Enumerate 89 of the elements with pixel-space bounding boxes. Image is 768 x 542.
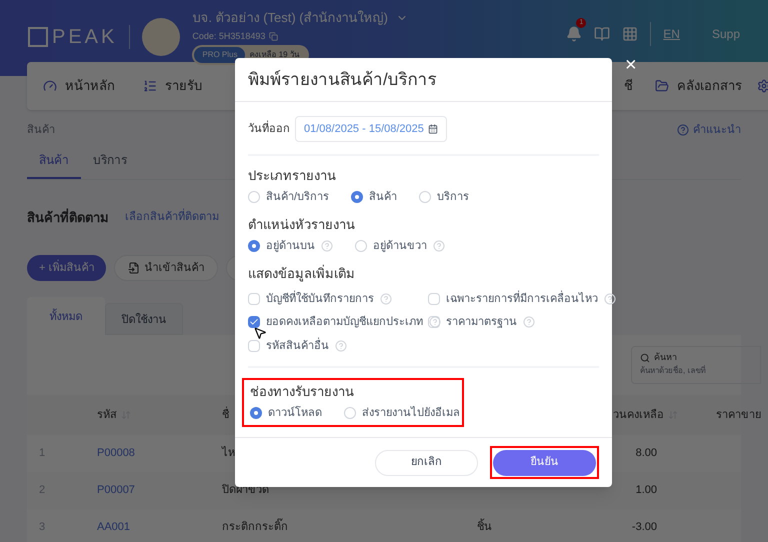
calendar-icon bbox=[428, 124, 438, 134]
copy-icon[interactable] bbox=[269, 32, 278, 41]
checkbox-option[interactable]: บัญชีที่ใช้บันทึกรายการ bbox=[248, 290, 428, 307]
help-icon bbox=[321, 240, 333, 252]
add-product-button[interactable]: + เพิ่มสินค้า bbox=[27, 255, 106, 281]
unit: ชิ้น bbox=[477, 519, 492, 536]
radio-option[interactable]: บริการ bbox=[419, 188, 470, 205]
page-tab[interactable]: บริการ bbox=[81, 150, 139, 178]
import-button[interactable]: นำเข้าสินค้า bbox=[114, 255, 218, 281]
pointer-cursor-icon bbox=[253, 326, 267, 340]
date-range-field[interactable]: 01/08/2025 - 15/08/2025 bbox=[295, 116, 447, 142]
nav-icon bbox=[655, 79, 669, 93]
list-tab[interactable]: ปิดใช้งาน bbox=[105, 303, 183, 335]
radio-option[interactable]: อยู่ด้านขวา bbox=[355, 238, 445, 254]
logo-mark-icon bbox=[28, 27, 48, 47]
section-title: สินค้าที่ติดตาม bbox=[27, 208, 109, 226]
support-link[interactable]: Supp bbox=[712, 25, 740, 43]
checkbox[interactable] bbox=[428, 316, 440, 328]
dialog-title: พิมพ์รายงานสินค้า/บริการ bbox=[248, 68, 437, 91]
checkbox[interactable] bbox=[248, 340, 260, 352]
radio-option[interactable]: สินค้า/บริการ bbox=[248, 188, 330, 205]
column-header[interactable]: รหัส bbox=[97, 406, 117, 424]
help-icon bbox=[433, 240, 445, 252]
nav-item[interactable]: ชี bbox=[624, 76, 633, 96]
radio-option[interactable]: สินค้า bbox=[351, 188, 398, 205]
checkbox[interactable] bbox=[248, 316, 260, 328]
radio-button[interactable] bbox=[250, 406, 262, 419]
help-icon bbox=[380, 292, 392, 305]
product-name: กระติกกระติ๊ก bbox=[222, 519, 288, 536]
nav-item[interactable]: คลังเอกสาร bbox=[655, 76, 742, 96]
checkbox-option[interactable]: ยอดคงเหลือตามบัญชีแยกประเภท bbox=[248, 314, 428, 330]
checkbox-option[interactable]: รหัสสินค้าอื่น bbox=[248, 338, 428, 354]
plan-name: PRO Plus bbox=[194, 47, 246, 63]
select-tracked-link[interactable]: เลือกสินค้าที่ติดตาม bbox=[125, 209, 219, 226]
section-heading: ประเภทรายงาน bbox=[248, 167, 337, 185]
check-icon bbox=[249, 317, 259, 328]
company-name[interactable]: บจ. ตัวอย่าง (Test) (สำนักงานใหญ่) bbox=[192, 8, 388, 28]
search-icon bbox=[640, 352, 650, 363]
cancel-button[interactable]: ยกเลิก bbox=[375, 450, 478, 476]
product-code[interactable]: P00007 bbox=[97, 482, 222, 499]
help-icon bbox=[677, 124, 689, 136]
bell-icon[interactable] bbox=[566, 26, 582, 42]
checkbox[interactable] bbox=[248, 292, 260, 305]
date-label: วันที่ออก bbox=[248, 120, 290, 137]
column-header[interactable]: ชื่ bbox=[222, 406, 229, 424]
checkbox-option[interactable]: เฉพาะรายการที่มีการเคลื่อนไหว bbox=[428, 290, 616, 307]
breadcrumb[interactable]: สินค้า bbox=[27, 122, 55, 138]
language-link[interactable]: EN bbox=[663, 25, 680, 43]
help-icon bbox=[335, 340, 347, 352]
logo-text: PEAK bbox=[52, 25, 118, 50]
help-link[interactable]: คำแนะนำ bbox=[693, 122, 741, 138]
page-tab[interactable]: สินค้า bbox=[27, 150, 81, 178]
column-header[interactable]: วนคงเหลือ bbox=[613, 406, 664, 424]
help-icon bbox=[429, 316, 441, 328]
radio-button[interactable] bbox=[351, 190, 364, 203]
radio-option[interactable]: ส่งรายงานไปยังอีเมล bbox=[344, 404, 460, 421]
import-icon bbox=[128, 262, 140, 274]
checkbox-option[interactable]: ราคามาตรฐาน bbox=[428, 314, 616, 330]
nav-icon bbox=[43, 79, 57, 93]
product-code[interactable]: AA001 bbox=[97, 519, 222, 536]
radio-button[interactable] bbox=[248, 240, 260, 252]
balance: -3.00 bbox=[632, 520, 657, 536]
section-heading: แสดงข้อมูลเพิ่มเติม bbox=[248, 264, 356, 284]
nav-item[interactable]: รายรับ bbox=[143, 76, 202, 96]
section-heading: ตำแหน่งหัวรายงาน bbox=[248, 216, 356, 234]
confirm-button[interactable]: ยืนยัน bbox=[493, 450, 596, 476]
search-field[interactable]: ค้นหา ค้นหาด้วยชื่อ, เลขที่ bbox=[631, 346, 761, 384]
nav-icon bbox=[143, 79, 157, 93]
checkbox[interactable] bbox=[428, 292, 440, 305]
help-icon bbox=[523, 316, 535, 328]
apps-grid-icon[interactable] bbox=[622, 26, 638, 42]
nav-item[interactable]: หน้าหลัก bbox=[43, 76, 115, 96]
company-code: Code: 5H3518493 bbox=[192, 30, 266, 42]
list-tab[interactable]: ทั้งหมด bbox=[27, 297, 105, 335]
balance: 1.00 bbox=[636, 483, 657, 498]
column-header[interactable]: ราคาขาย bbox=[716, 406, 761, 424]
product-code[interactable]: P00008 bbox=[97, 445, 222, 462]
settings-icon[interactable] bbox=[757, 79, 768, 93]
remaining-days: คงเหลือ 19 วัน bbox=[249, 49, 307, 61]
company-avatar bbox=[142, 18, 180, 56]
search-label: ค้นหา bbox=[654, 351, 677, 364]
book-icon[interactable] bbox=[594, 26, 610, 42]
help-icon bbox=[604, 292, 616, 305]
radio-option[interactable]: อยู่ด้านบน bbox=[248, 238, 333, 254]
balance: 8.00 bbox=[636, 446, 657, 462]
radio-option[interactable]: ดาวน์โหลด bbox=[250, 404, 322, 421]
product-name: ไห bbox=[222, 445, 235, 462]
section-heading: ช่องทางรับรายงาน bbox=[250, 383, 355, 401]
search-input[interactable]: ค้นหาด้วยชื่อ, เลขที่ bbox=[640, 364, 752, 376]
